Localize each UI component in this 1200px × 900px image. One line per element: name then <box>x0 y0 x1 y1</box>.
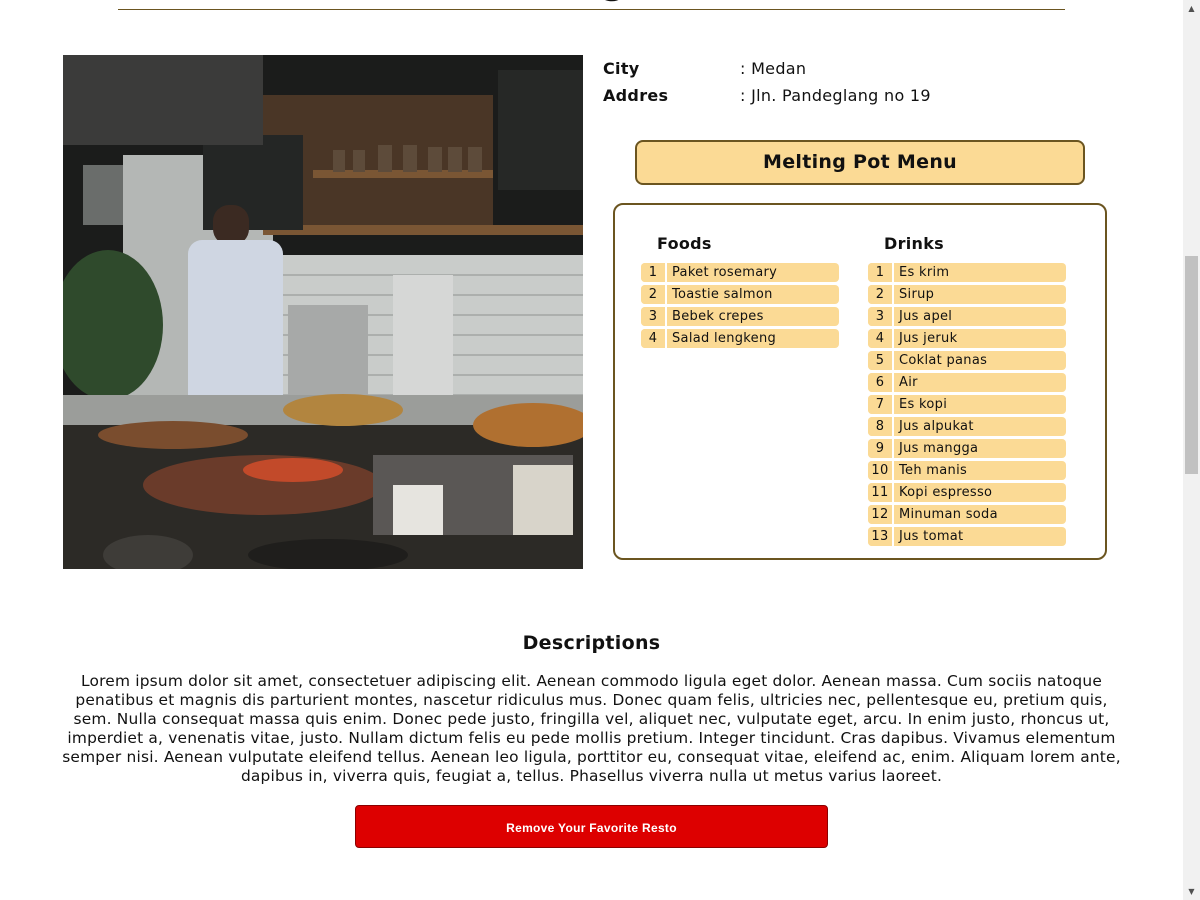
drinks-item-name: Teh manis <box>899 463 968 478</box>
foods-item: 2 Toastie salmon <box>641 285 839 304</box>
foods-item-number: 1 <box>641 263 667 282</box>
drinks-item: 11 Kopi espresso <box>868 483 1066 502</box>
scroll-down-arrow-icon[interactable]: ▼ <box>1183 883 1200 900</box>
restaurant-photo <box>63 55 583 569</box>
drinks-item-name: Coklat panas <box>899 353 988 368</box>
drinks-item-name: Minuman soda <box>899 507 998 522</box>
drinks-item: 1 Es krim <box>868 263 1066 282</box>
drinks-item-number: 6 <box>868 373 894 392</box>
cafe-interior-image <box>63 55 583 569</box>
drinks-item-name: Jus apel <box>899 309 953 324</box>
city-row: City : Medan <box>603 58 1123 85</box>
drinks-title: Drinks <box>884 234 945 253</box>
drinks-item-name: Jus jeruk <box>899 331 958 346</box>
drinks-item: 2 Sirup <box>868 285 1066 304</box>
drinks-item-number: 13 <box>868 527 894 546</box>
drinks-item-number: 2 <box>868 285 894 304</box>
drinks-item-number: 12 <box>868 505 894 524</box>
scroll-up-arrow-icon[interactable]: ▲ <box>1183 0 1200 17</box>
drinks-item-number: 5 <box>868 351 894 370</box>
address-row: Addres : Jln. Pandeglang no 19 <box>603 85 1123 112</box>
foods-item-name: Toastie salmon <box>672 287 773 302</box>
drinks-item-name: Jus alpukat <box>899 419 974 434</box>
foods-item-number: 3 <box>641 307 667 326</box>
drinks-item: 12 Minuman soda <box>868 505 1066 524</box>
foods-item-name: Bebek crepes <box>672 309 764 324</box>
drinks-item-name: Air <box>899 375 918 390</box>
drinks-item-number: 1 <box>868 263 894 282</box>
drinks-item-name: Jus mangga <box>899 441 979 456</box>
menu-title: Melting Pot Menu <box>635 140 1085 185</box>
drinks-item: 5 Coklat panas <box>868 351 1066 370</box>
description-title: Descriptions <box>522 632 661 654</box>
scroll-thumb[interactable] <box>1185 256 1198 474</box>
drinks-item-name: Es krim <box>899 265 950 280</box>
drinks-item-number: 3 <box>868 307 894 326</box>
drinks-item: 8 Jus alpukat <box>868 417 1066 436</box>
menu-box: Foods 1 Paket rosemary 2 Toastie salmon 3 Beb… <box>613 203 1107 560</box>
restaurant-info: City : Medan Addres : Jln. Pandeglang no… <box>603 58 1123 112</box>
foods-column: Foods 1 Paket rosemary 2 Toastie salmon 3 Beb… <box>641 233 839 351</box>
drinks-item-number: 11 <box>868 483 894 502</box>
drinks-item-name: Sirup <box>899 287 935 302</box>
drinks-item-number: 7 <box>868 395 894 414</box>
address-label: Addres <box>603 86 669 105</box>
vertical-scrollbar[interactable]: ▲ ▼ <box>1183 0 1200 900</box>
drinks-column: Drinks 1 Es krim 2 Sirup 3 Jus apel 4 Jus jeruk… <box>868 233 1066 549</box>
drinks-item-number: 8 <box>868 417 894 436</box>
drinks-item: 7 Es kopi <box>868 395 1066 414</box>
restaurant-detail-page: Melting Pot <box>0 0 1183 900</box>
foods-list: 1 Paket rosemary 2 Toastie salmon 3 Bebek cre… <box>641 263 839 348</box>
drinks-item-number: 10 <box>868 461 894 480</box>
drinks-item: 6 Air <box>868 373 1066 392</box>
foods-item: 1 Paket rosemary <box>641 263 839 282</box>
foods-item-number: 2 <box>641 285 667 304</box>
foods-item-name: Salad lengkeng <box>672 331 777 346</box>
foods-title: Foods <box>657 234 712 253</box>
drinks-item: 3 Jus apel <box>868 307 1066 326</box>
remove-favorite-button[interactable]: Remove Your Favorite Resto <box>355 805 828 848</box>
address-value: : Jln. Pandeglang no 19 <box>740 86 931 105</box>
drinks-item: 4 Jus jeruk <box>868 329 1066 348</box>
description-text: Lorem ipsum dolor sit amet, consectetuer… <box>62 672 1121 785</box>
drinks-item: 9 Jus mangga <box>868 439 1066 458</box>
city-label: City <box>603 59 640 78</box>
drinks-item-name: Kopi espresso <box>899 485 993 500</box>
drinks-item: 13 Jus tomat <box>868 527 1066 546</box>
city-value: : Medan <box>740 59 807 78</box>
foods-item: 3 Bebek crepes <box>641 307 839 326</box>
drinks-item-name: Es kopi <box>899 397 948 412</box>
drinks-item: 10 Teh manis <box>868 461 1066 480</box>
foods-item: 4 Salad lengkeng <box>641 329 839 348</box>
drinks-list: 1 Es krim 2 Sirup 3 Jus apel 4 Jus jeruk 5 Coklat… <box>868 263 1066 546</box>
drinks-item-name: Jus tomat <box>899 529 964 544</box>
page-title: Melting Pot <box>118 0 1065 10</box>
drinks-item-number: 9 <box>868 439 894 458</box>
foods-item-name: Paket rosemary <box>672 265 778 280</box>
drinks-item-number: 4 <box>868 329 894 348</box>
foods-item-number: 4 <box>641 329 667 348</box>
